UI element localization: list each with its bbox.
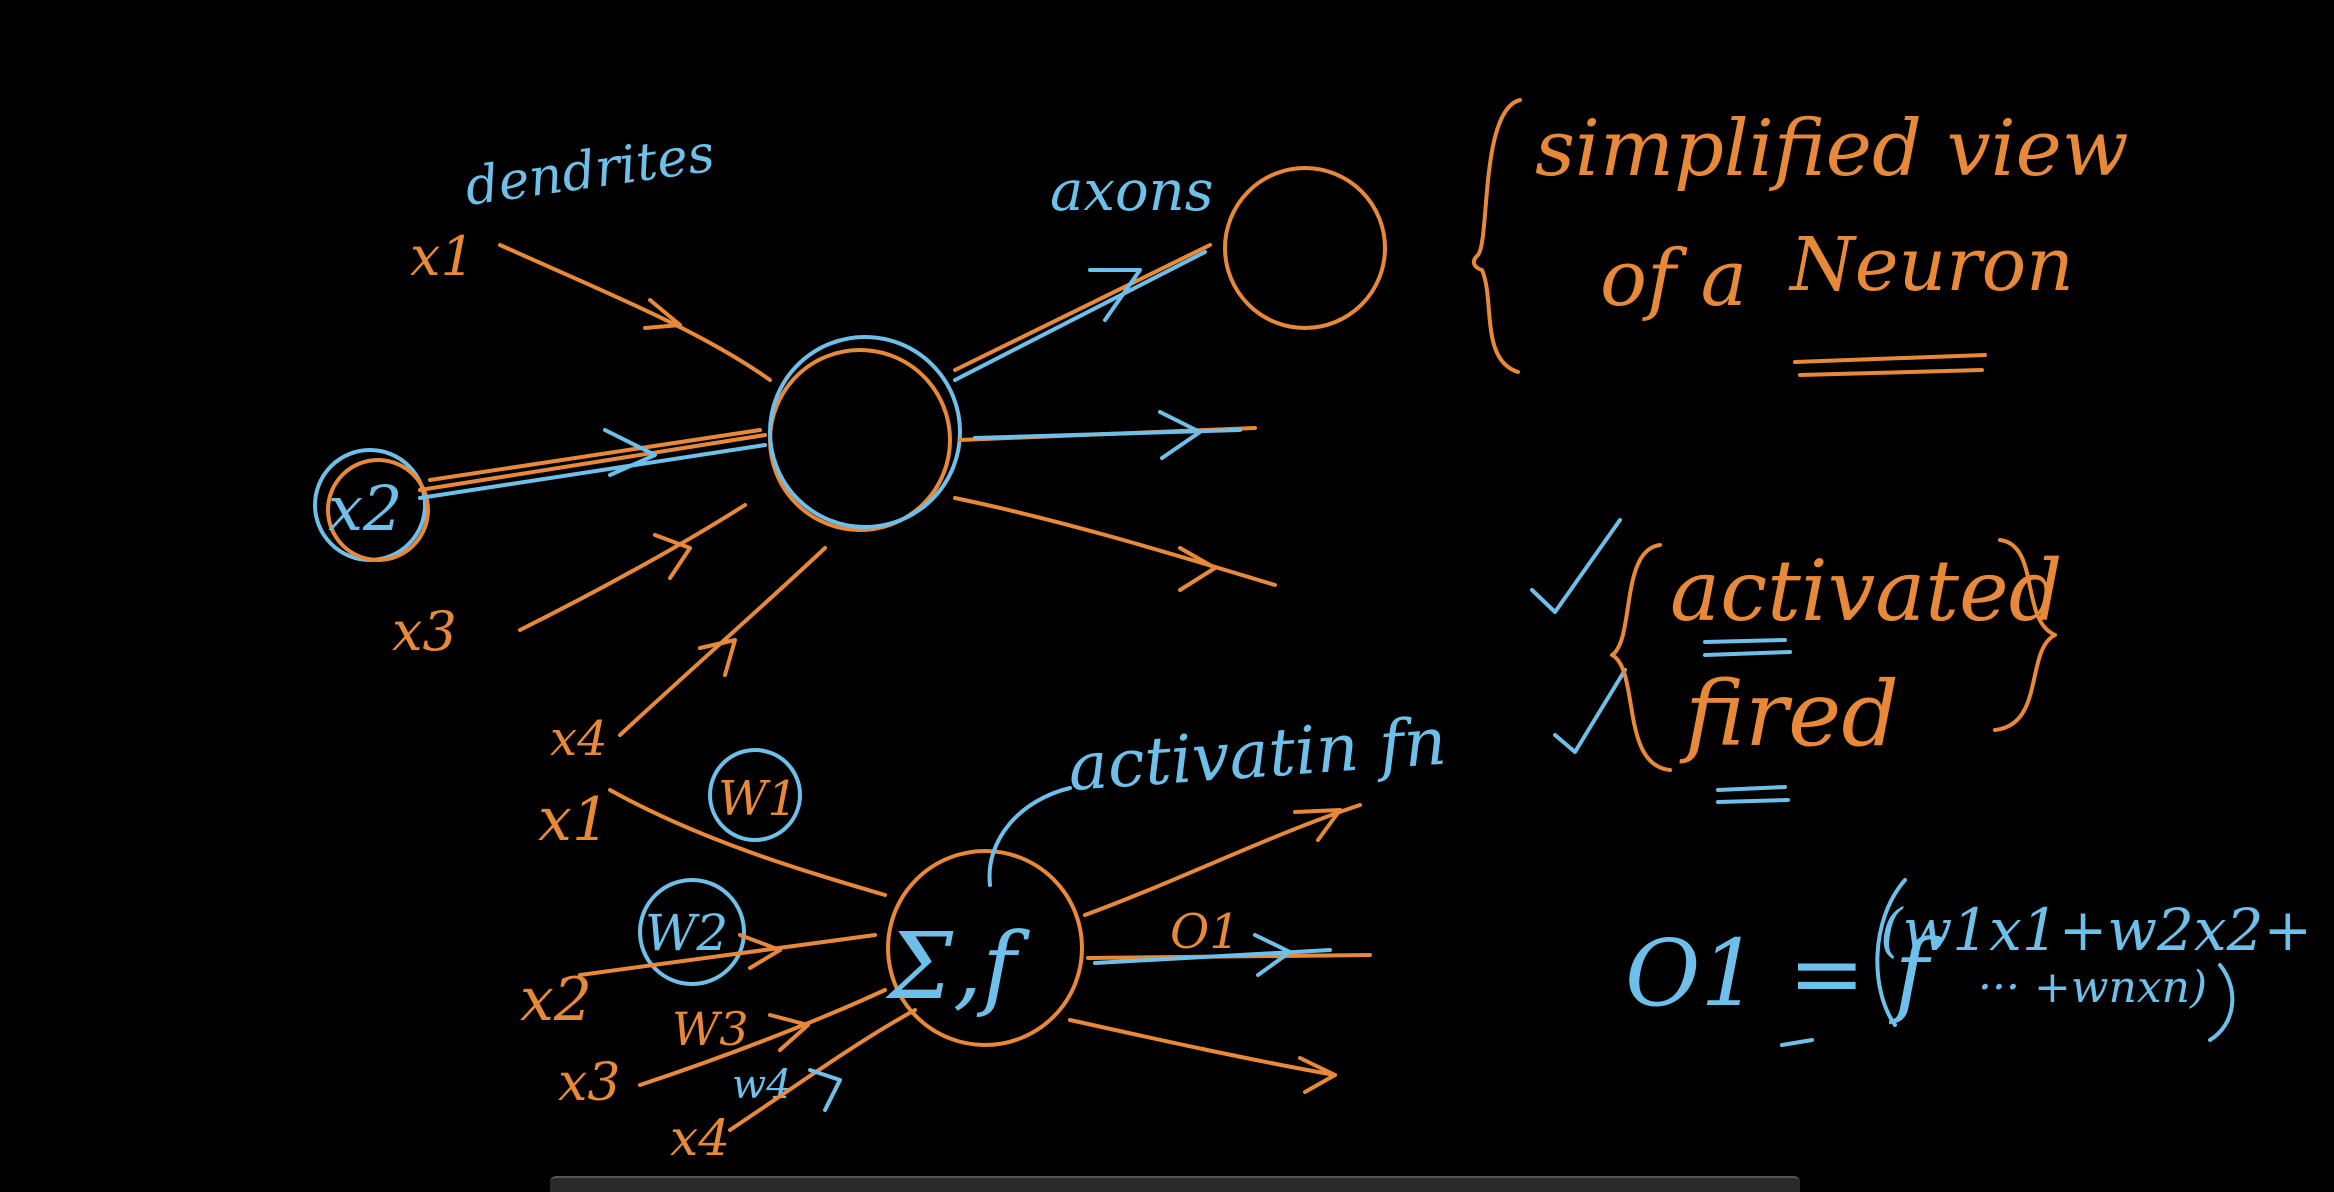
activated-text: activated bbox=[1670, 542, 2063, 640]
weight-w4-label: w4 bbox=[732, 1062, 792, 1108]
activation-function-label: activatin fn bbox=[1066, 703, 1449, 806]
axons-label: axons bbox=[1050, 159, 1214, 224]
fired-underline bbox=[1716, 785, 1790, 804]
notes: simplified view of a Neuron activated fi… bbox=[1471, 98, 2312, 1047]
dendrite-x3-line bbox=[518, 503, 747, 632]
fired-checkmark bbox=[1553, 668, 1627, 754]
input-x4-label: x4 bbox=[550, 711, 608, 767]
input-x2-label: x2 bbox=[328, 472, 402, 545]
whiteboard-canvas: dendrites axons x1 x2 x3 x4 x1 x2 x3 x4 … bbox=[313, 98, 2312, 1167]
dendrites-label: dendrites bbox=[461, 124, 718, 218]
perceptron-x1-label: x1 bbox=[538, 785, 610, 855]
neuron-cell-body bbox=[768, 348, 952, 532]
dendrite-x1-line bbox=[498, 243, 772, 382]
neuron-cell-body-blue bbox=[768, 335, 962, 529]
weight-w1-label: W1 bbox=[718, 771, 798, 827]
perceptron-output-bottom bbox=[1068, 1018, 1337, 1077]
axon-top-arrowhead bbox=[1088, 268, 1142, 322]
neuron-underline bbox=[1793, 353, 1987, 377]
output-o1-label: O1 bbox=[1170, 904, 1240, 960]
perceptron-x3-label: x3 bbox=[558, 1053, 620, 1113]
target-neuron-circle bbox=[1223, 166, 1387, 330]
axon-top-line bbox=[953, 243, 1212, 372]
of-a-text: of a bbox=[1600, 234, 1747, 324]
input-x3-label: x3 bbox=[392, 600, 457, 663]
dendrite-x2-line-blue bbox=[418, 443, 767, 500]
activated-checkmark bbox=[1530, 518, 1622, 614]
activated-underline bbox=[1703, 638, 1792, 657]
perceptron-node-label: Σ,f bbox=[885, 913, 1030, 1020]
simplified-view-text: simplified view bbox=[1535, 104, 2129, 194]
formula-line-1: (w1x1+w2x2+ bbox=[1880, 896, 2312, 964]
axon-bottom-line bbox=[953, 496, 1277, 587]
activated-fired-left-brace bbox=[1610, 543, 1672, 772]
weight-w3-label: W3 bbox=[672, 1002, 749, 1056]
activation-pointer bbox=[987, 786, 1072, 887]
perceptron-x4-arrowhead bbox=[808, 1068, 842, 1112]
perceptron-output-top bbox=[1083, 803, 1362, 917]
dendrite-x2-line bbox=[418, 433, 767, 492]
formula-line-2: ··· +wnxn) bbox=[1978, 962, 2207, 1013]
formula-f-underline bbox=[1780, 1038, 1814, 1047]
axon-middle-arrowhead bbox=[1158, 410, 1202, 460]
simplified-brace bbox=[1471, 98, 1522, 374]
fired-text: fired bbox=[1679, 662, 1899, 767]
perceptron-x4-label: x4 bbox=[670, 1109, 730, 1167]
weight-w2-label: W2 bbox=[645, 904, 728, 962]
perceptron-diagram: x1 x2 x3 x4 W1 W2 W3 w4 Σ,f activatin fn… bbox=[520, 703, 1449, 1167]
formula-close-paren bbox=[2208, 963, 2235, 1042]
top-neuron-diagram: dendrites axons x1 x2 x3 x4 bbox=[313, 124, 1387, 767]
axon-top-line-blue bbox=[953, 250, 1207, 382]
input-x1-label: x1 bbox=[410, 225, 475, 288]
neuron-text: Neuron bbox=[1788, 222, 2074, 308]
axon-bottom-arrowhead bbox=[1178, 546, 1217, 592]
